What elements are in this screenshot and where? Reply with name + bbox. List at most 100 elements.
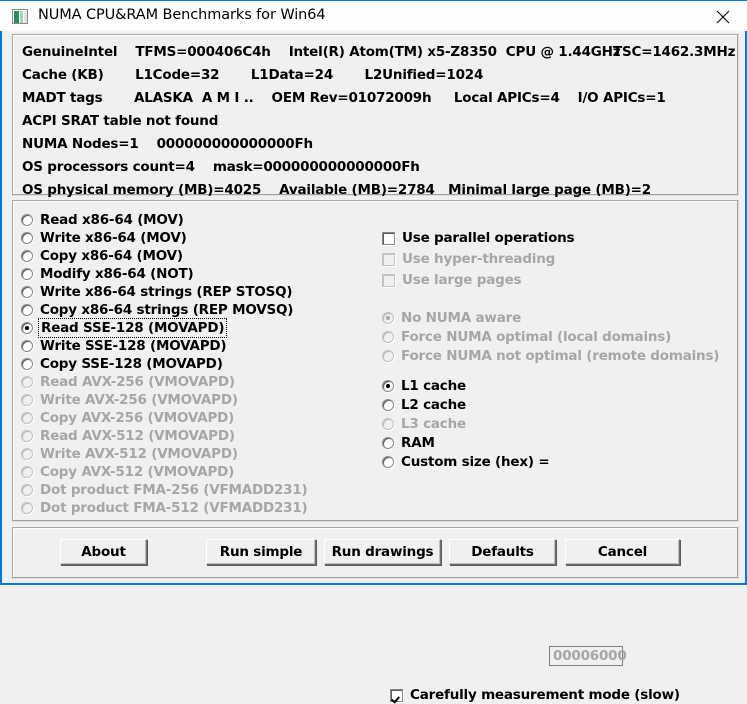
radio-icon <box>21 430 33 442</box>
target-radio-label: L1 cache <box>401 378 466 394</box>
app-bars-icon <box>12 9 28 24</box>
info-line-tsc: TSC=1462.3MHz <box>613 44 736 60</box>
app-window: NUMA CPU&RAM Benchmarks for Win64 Genuin… <box>0 0 747 703</box>
radio-icon <box>21 394 33 406</box>
close-button[interactable] <box>701 1 747 31</box>
info-line-procs: OS processors count=4 mask=0000000000000… <box>22 159 420 175</box>
numa-radio-0: No NUMA aware <box>382 309 521 327</box>
benchmark-radio-label: Write SSE-128 (MOVAPD) <box>40 338 227 354</box>
radio-icon <box>21 484 33 496</box>
target-radio-4[interactable]: Custom size (hex) = <box>382 453 550 471</box>
target-radio-label: L2 cache <box>401 397 466 413</box>
target-radio-1[interactable]: L2 cache <box>382 396 466 414</box>
radio-icon <box>21 412 33 424</box>
info-line-cpu: GenuineIntel TFMS=000406C4h Intel(R) Ato… <box>22 44 621 60</box>
benchmark-radio-label: Dot product FMA-512 (VFMADD231) <box>40 500 308 516</box>
radio-icon <box>21 322 33 334</box>
radio-icon <box>382 312 394 324</box>
benchmark-radio-6[interactable]: Read SSE-128 (MOVAPD) <box>21 318 228 338</box>
run-simple-button[interactable]: Run simple <box>206 539 316 565</box>
radio-icon <box>382 331 394 343</box>
custom-size-input[interactable]: 00006000 <box>549 646 627 666</box>
radio-icon <box>382 437 394 449</box>
parallel-checkbox-label: Use hyper-threading <box>402 251 556 267</box>
benchmark-radio-label: Copy x86-64 (MOV) <box>40 248 183 264</box>
benchmark-radio-label: Write AVX-256 (VMOVAPD) <box>40 392 238 408</box>
benchmark-radio-5[interactable]: Copy x86-64 strings (REP MOVSQ) <box>21 301 293 319</box>
radio-icon <box>21 286 33 298</box>
radio-icon <box>382 418 394 430</box>
radio-icon <box>382 350 394 362</box>
checkbox-icon <box>382 231 395 245</box>
target-radio-label: L3 cache <box>401 416 466 432</box>
benchmark-radio-label: Write x86-64 strings (REP STOSQ) <box>40 284 293 300</box>
radio-icon <box>21 250 33 262</box>
close-icon <box>716 10 730 24</box>
target-radio-0[interactable]: L1 cache <box>382 377 466 395</box>
benchmark-radio-label: Read AVX-512 (VMOVAPD) <box>40 428 235 444</box>
window-title: NUMA CPU&RAM Benchmarks for Win64 <box>38 7 326 23</box>
radio-icon <box>21 214 33 226</box>
radio-icon <box>21 502 33 514</box>
defaults-button[interactable]: Defaults <box>449 539 556 565</box>
parallel-checkbox-label: Use large pages <box>402 272 522 288</box>
numa-radio-label: No NUMA aware <box>401 310 522 326</box>
numa-radio-2: Force NUMA not optimal (remote domains) <box>382 347 719 365</box>
options-panel: Read x86-64 (MOV) Write x86-64 (MOV) Copy … <box>12 200 739 703</box>
benchmark-radio-16: Dot product FMA-512 (VFMADD231) <box>21 499 308 517</box>
info-line-madt: MADT tags ALASKA A M I .. OEM Rev=010720… <box>22 90 666 106</box>
target-radio-3[interactable]: RAM <box>382 434 435 452</box>
info-line-cache: Cache (KB) L1Code=32 L1Data=24 L2Unified… <box>22 67 484 83</box>
benchmark-radio-9: Read AVX-256 (VMOVAPD) <box>21 373 235 391</box>
parallel-checkbox-0[interactable]: Use parallel operations <box>382 229 575 247</box>
info-line-srat: ACPI SRAT table not found <box>22 113 219 129</box>
target-radio-label: RAM <box>401 435 435 451</box>
benchmark-radio-14: Copy AVX-512 (VMOVAPD) <box>21 463 234 481</box>
radio-icon <box>21 304 33 316</box>
benchmark-radio-7[interactable]: Write SSE-128 (MOVAPD) <box>21 337 227 355</box>
numa-radio-label: Force NUMA not optimal (remote domains) <box>401 348 720 364</box>
benchmark-radio-label: Read AVX-256 (VMOVAPD) <box>40 374 235 390</box>
benchmark-radio-11: Copy AVX-256 (VMOVAPD) <box>21 409 234 427</box>
benchmark-radio-label: Write AVX-512 (VMOVAPD) <box>40 446 238 462</box>
system-info-panel: GenuineIntel TFMS=000406C4h Intel(R) Ato… <box>12 34 739 198</box>
benchmark-radio-label: Copy AVX-512 (VMOVAPD) <box>40 464 235 480</box>
parallel-checkbox-2: Use large pages <box>382 271 522 289</box>
benchmark-radio-label: Copy SSE-128 (MOVAPD) <box>40 356 223 372</box>
radio-icon <box>21 376 33 388</box>
radio-icon <box>21 358 33 370</box>
radio-icon <box>382 456 394 468</box>
benchmark-radio-label: Read SSE-128 (MOVAPD) <box>37 318 228 338</box>
target-radio-label: Custom size (hex) = <box>401 454 550 470</box>
radio-icon <box>21 232 33 244</box>
numa-radio-1: Force NUMA optimal (local domains) <box>382 328 671 346</box>
checkbox-icon <box>382 273 395 287</box>
benchmark-radio-2[interactable]: Copy x86-64 (MOV) <box>21 247 183 265</box>
about-button[interactable]: About <box>60 539 147 565</box>
benchmark-radio-0[interactable]: Read x86-64 (MOV) <box>21 211 184 229</box>
benchmark-radio-1[interactable]: Write x86-64 (MOV) <box>21 229 187 247</box>
checkbox-icon <box>390 688 403 702</box>
benchmark-radio-3[interactable]: Modify x86-64 (NOT) <box>21 265 194 283</box>
target-radio-2: L3 cache <box>382 415 466 433</box>
run-drawings-button[interactable]: Run drawings <box>324 539 441 565</box>
benchmark-radio-12: Read AVX-512 (VMOVAPD) <box>21 427 235 445</box>
radio-icon <box>382 399 394 411</box>
checkbox-icon <box>382 252 395 266</box>
radio-icon <box>21 466 33 478</box>
benchmark-radio-label: Read x86-64 (MOV) <box>40 212 184 228</box>
benchmark-radio-15: Dot product FMA-256 (VFMADD231) <box>21 481 308 499</box>
benchmark-radio-8[interactable]: Copy SSE-128 (MOVAPD) <box>21 355 223 373</box>
radio-icon <box>21 448 33 460</box>
carefully-measurement-checkbox[interactable]: Carefully measurement mode (slow) <box>390 686 680 704</box>
radio-icon <box>21 340 33 352</box>
benchmark-radio-label: Modify x86-64 (NOT) <box>40 266 194 282</box>
benchmark-radio-label: Copy AVX-256 (VMOVAPD) <box>40 410 235 426</box>
cancel-button[interactable]: Cancel <box>565 539 680 565</box>
info-line-numa: NUMA Nodes=1 000000000000000Fh <box>22 136 313 152</box>
info-line-memory: OS physical memory (MB)=4025 Available (… <box>22 182 651 198</box>
parallel-checkbox-1: Use hyper-threading <box>382 250 555 268</box>
carefully-measurement-label: Carefully measurement mode (slow) <box>410 687 680 703</box>
benchmark-radio-4[interactable]: Write x86-64 strings (REP STOSQ) <box>21 283 293 301</box>
benchmark-radio-10: Write AVX-256 (VMOVAPD) <box>21 391 238 409</box>
